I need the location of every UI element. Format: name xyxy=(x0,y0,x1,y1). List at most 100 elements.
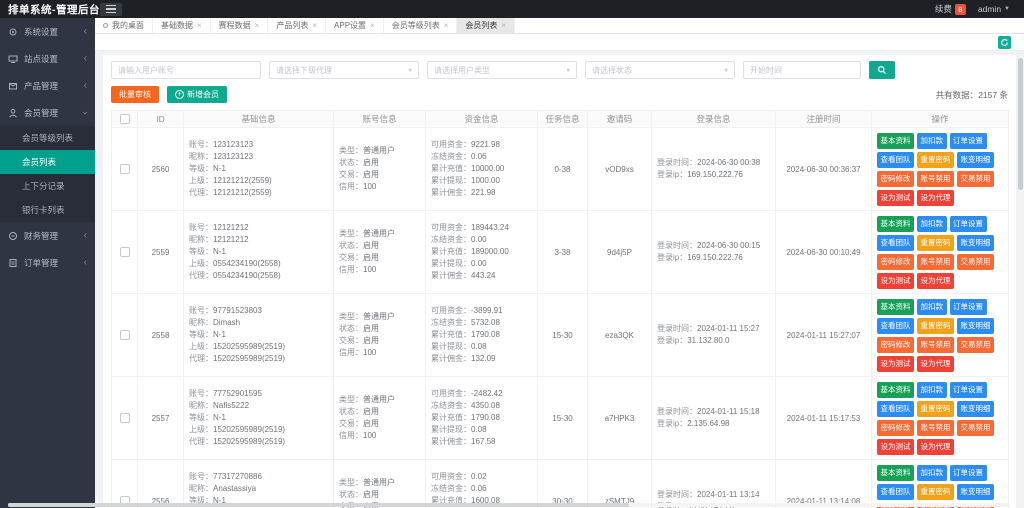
action-button[interactable]: 设为测试 xyxy=(877,355,914,372)
action-button[interactable]: 查看团队 xyxy=(877,400,914,417)
action-button[interactable]: 交易禁用 xyxy=(957,336,994,353)
close-icon[interactable]: × xyxy=(197,21,202,30)
action-button[interactable]: 账变明细 xyxy=(957,317,994,334)
action-button[interactable]: 重置密码 xyxy=(917,317,954,334)
row-actions: 基本资料加扣款订单设置查看团队重置密码账变明细密码修改账号禁用交易禁用设为测试设… xyxy=(877,132,1003,206)
action-button[interactable]: 账号禁用 xyxy=(917,253,954,270)
tab-basic-data[interactable]: 基础数据 × xyxy=(153,18,211,33)
action-button[interactable]: 设为测试 xyxy=(877,272,914,289)
renew-link[interactable]: 续费 8 xyxy=(935,3,966,15)
sidebar-item-site-settings[interactable]: 站点设置 ‹ xyxy=(0,45,95,72)
tab-app-settings[interactable]: APP设置 × xyxy=(326,18,384,33)
action-button[interactable]: 订单设置 xyxy=(949,215,987,232)
action-button[interactable]: 密码修改 xyxy=(877,170,914,187)
sidebar-item-member-list[interactable]: 会员列表 xyxy=(0,150,95,174)
account-input[interactable] xyxy=(111,61,261,79)
horizontal-scrollbar[interactable] xyxy=(8,503,1010,507)
action-button[interactable]: 重置密码 xyxy=(917,151,954,168)
sidebar-item-member-level-list[interactable]: 会员等级列表 xyxy=(0,126,95,150)
row-checkbox[interactable] xyxy=(119,164,130,174)
action-button[interactable]: 加扣款 xyxy=(917,215,947,232)
tab-member-list[interactable]: 会员列表 × xyxy=(457,18,516,33)
action-button[interactable]: 账变明细 xyxy=(957,400,994,417)
refresh-button[interactable] xyxy=(998,36,1011,49)
close-icon[interactable]: × xyxy=(312,21,317,30)
field-line: 账号：97791523803 xyxy=(189,306,262,315)
row-checkbox[interactable] xyxy=(119,330,130,340)
action-button[interactable]: 设为代理 xyxy=(917,355,954,372)
action-button[interactable]: 重置密码 xyxy=(917,400,954,417)
action-button[interactable]: 账号禁用 xyxy=(917,419,954,436)
close-icon[interactable]: × xyxy=(255,21,260,30)
tab-member-level-list[interactable]: 会员等级列表 × xyxy=(384,18,458,33)
action-button[interactable]: 设为测试 xyxy=(877,438,914,455)
action-button[interactable]: 订单设置 xyxy=(949,464,987,481)
action-button[interactable]: 设为代理 xyxy=(917,189,954,206)
action-button[interactable]: 订单设置 xyxy=(949,381,987,398)
scrollbar-thumb[interactable] xyxy=(1018,58,1023,190)
action-button[interactable]: 设为代理 xyxy=(917,438,954,455)
action-button[interactable]: 基本资料 xyxy=(877,381,914,398)
action-button[interactable]: 交易禁用 xyxy=(957,419,994,436)
search-button[interactable] xyxy=(869,61,895,79)
select-all-checkbox[interactable] xyxy=(119,114,130,124)
action-button[interactable]: 设为测试 xyxy=(877,189,914,206)
tab-product-list[interactable]: 产品列表 × xyxy=(268,18,327,33)
field-line: 账号：77752901595 xyxy=(189,389,262,398)
action-button[interactable]: 密码修改 xyxy=(877,336,914,353)
action-button[interactable]: 加扣款 xyxy=(917,464,947,481)
action-button[interactable]: 查看团队 xyxy=(877,151,914,168)
action-button[interactable]: 账变明细 xyxy=(957,151,994,168)
action-button[interactable]: 密码修改 xyxy=(877,253,914,270)
action-button[interactable]: 账号禁用 xyxy=(917,336,954,353)
row-checkbox[interactable] xyxy=(119,413,130,423)
hamburger-menu-icon[interactable] xyxy=(100,2,122,16)
sidebar-item-updown-records[interactable]: 上下分记录 xyxy=(0,174,95,198)
action-button[interactable]: 设为代理 xyxy=(917,272,954,289)
action-button[interactable]: 交易禁用 xyxy=(957,170,994,187)
action-button[interactable]: 密码修改 xyxy=(877,419,914,436)
action-button[interactable]: 订单设置 xyxy=(949,298,987,315)
batch-audit-button[interactable]: 批量审核 xyxy=(111,86,159,103)
sidebar-item-bankcard-list[interactable]: 银行卡列表 xyxy=(0,198,95,222)
action-button[interactable]: 加扣款 xyxy=(917,298,947,315)
sidebar-item-finance-management[interactable]: 财务管理 ‹ xyxy=(0,222,95,249)
close-icon[interactable]: × xyxy=(370,21,375,30)
action-button[interactable]: 重置密码 xyxy=(917,483,954,500)
action-button[interactable]: 账变明细 xyxy=(957,234,994,251)
row-checkbox[interactable] xyxy=(119,247,130,257)
action-button[interactable]: 账号禁用 xyxy=(917,170,954,187)
action-button[interactable]: 账变明细 xyxy=(957,483,994,500)
user-menu[interactable]: admin ▼ xyxy=(978,4,1010,14)
action-button[interactable]: 加扣款 xyxy=(917,132,947,149)
task-info: 3-38 xyxy=(537,210,588,294)
action-button[interactable]: 重置密码 xyxy=(917,234,954,251)
action-button[interactable]: 查看团队 xyxy=(877,483,914,500)
status-select[interactable]: 请选择状态 ▼ xyxy=(585,61,735,79)
sidebar-item-order-management[interactable]: 订单管理 ‹ xyxy=(0,249,95,276)
close-icon[interactable]: × xyxy=(501,21,506,30)
user-type-select[interactable]: 请选择用户类型 ▼ xyxy=(427,61,577,79)
action-button[interactable]: 加扣款 xyxy=(917,381,947,398)
tab-desktop[interactable]: 我的桌面 xyxy=(95,18,153,33)
action-button[interactable]: 基本资料 xyxy=(877,298,914,315)
start-time-input[interactable] xyxy=(743,61,861,79)
add-member-button[interactable]: + 新增会员 xyxy=(167,86,227,103)
action-button[interactable]: 交易禁用 xyxy=(957,253,994,270)
action-button[interactable]: 查看团队 xyxy=(877,317,914,334)
close-icon[interactable]: × xyxy=(444,21,449,30)
agent-select[interactable]: 请选择下级代理 ▼ xyxy=(269,61,419,79)
tab-schedule-data[interactable]: 赛程数据 × xyxy=(211,18,269,33)
base-info-cell: 账号：97791523803 昵称：Dimash 等级：N-1 上级：15202595… xyxy=(189,305,328,365)
sidebar-item-member-management[interactable]: 会员管理 ‹ xyxy=(0,99,95,126)
action-button[interactable]: 订单设置 xyxy=(949,132,987,149)
sidebar-item-product-management[interactable]: 产品管理 ‹ xyxy=(0,72,95,99)
action-button[interactable]: 基本资料 xyxy=(877,464,914,481)
sidebar-item-system-settings[interactable]: 系统设置 ‹ xyxy=(0,18,95,45)
scrollbar-thumb[interactable] xyxy=(8,503,630,507)
action-button[interactable]: 基本资料 xyxy=(877,215,914,232)
action-button[interactable]: 基本资料 xyxy=(877,132,914,149)
vertical-scrollbar[interactable] xyxy=(1018,56,1023,506)
table-row: 2558 账号：97791523803 昵称：Dimash 等级：N-1 上级：152… xyxy=(111,293,1009,377)
action-button[interactable]: 查看团队 xyxy=(877,234,914,251)
